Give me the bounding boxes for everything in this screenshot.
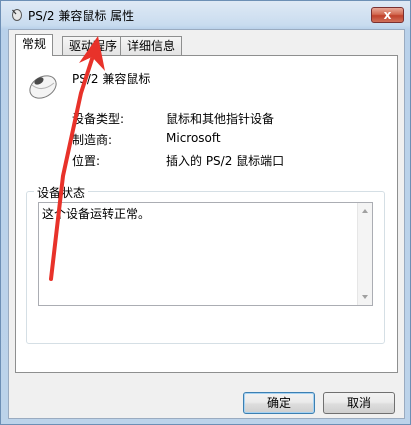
device-status-text: 这个设备运转正常。 — [42, 207, 151, 221]
location-value: 插入的 PS/2 鼠标端口 — [166, 154, 285, 168]
device-status-group: 设备状态 这个设备运转正常。 — [26, 184, 385, 344]
tab-details[interactable]: 详细信息 — [120, 36, 183, 55]
status-scrollbar[interactable] — [357, 203, 372, 305]
properties-dialog: PS/2 兼容鼠标 属性 x 常规 驱动程序 详细信息 PS/2 兼容鼠标 设备… — [0, 0, 411, 425]
scroll-down-arrow-icon[interactable] — [362, 295, 368, 299]
cancel-button[interactable]: 取消 — [323, 392, 395, 414]
scroll-up-arrow-icon[interactable] — [362, 209, 368, 213]
device-type-value: 鼠标和其他指针设备 — [166, 112, 275, 126]
manufacturer-value: Microsoft — [166, 131, 221, 145]
close-button[interactable]: x — [371, 7, 404, 23]
tab-driver[interactable]: 驱动程序 — [62, 36, 125, 55]
mouse-title-icon — [12, 9, 22, 21]
tab-page-general: PS/2 兼容鼠标 设备类型: 鼠标和其他指针设备 制造商: Microsoft… — [15, 55, 398, 373]
device-name: PS/2 兼容鼠标 — [72, 72, 151, 86]
location-label: 位置: — [72, 154, 101, 168]
mouse-icon — [29, 75, 57, 99]
manufacturer-label: 制造商: — [72, 133, 113, 147]
device-type-label: 设备类型: — [72, 112, 125, 126]
ok-button[interactable]: 确定 — [243, 392, 315, 414]
window-title: PS/2 兼容鼠标 属性 — [28, 9, 135, 23]
tab-general[interactable]: 常规 — [15, 34, 54, 56]
title-bar[interactable]: PS/2 兼容鼠标 属性 x — [1, 1, 410, 28]
device-status-textbox[interactable]: 这个设备运转正常。 — [38, 202, 373, 306]
device-status-legend: 设备状态 — [34, 184, 89, 201]
